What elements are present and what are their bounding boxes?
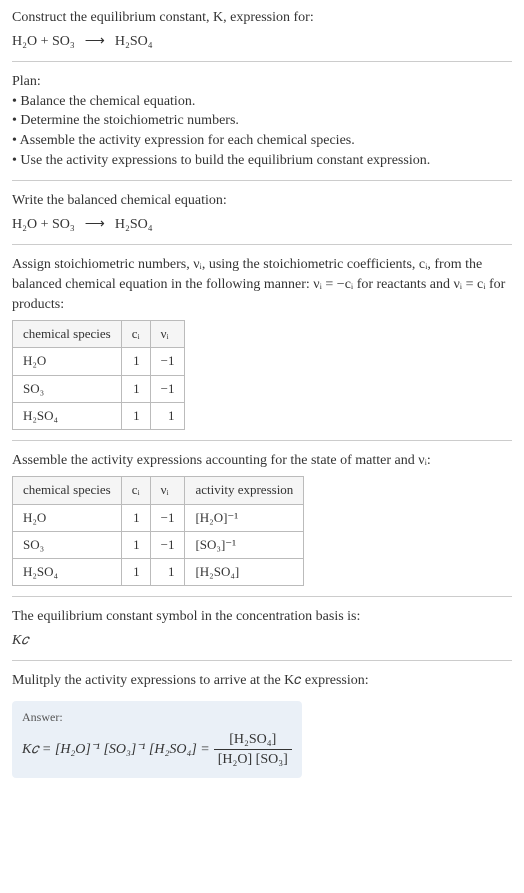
table-row: SO₃ 1 −1 [SO₃]⁻¹ — [13, 531, 304, 558]
frac-denominator: [H₂O] [SO₃] — [214, 750, 292, 770]
activity-table: chemical species cᵢ νᵢ activity expressi… — [12, 476, 304, 586]
plan-bullet: • Balance the chemical equation. — [12, 92, 512, 112]
frac-numerator: [H₂SO₄] — [214, 730, 292, 751]
cell-ci: 1 — [121, 559, 150, 586]
eq-lhs: H₂O + SO₃ — [12, 215, 75, 235]
cell-ci: 1 — [121, 348, 150, 375]
cell-activity: [SO₃]⁻¹ — [185, 531, 304, 558]
cell-species: H₂SO₄ — [13, 402, 122, 429]
plan-bullet: • Use the activity expressions to build … — [12, 151, 512, 171]
plan-section: Plan: • Balance the chemical equation. •… — [12, 72, 512, 170]
cell-vi: −1 — [150, 348, 185, 375]
cell-vi: −1 — [150, 531, 185, 558]
divider — [12, 660, 512, 661]
plan-header: Plan: — [12, 72, 512, 92]
cell-species: SO₃ — [13, 531, 122, 558]
prompt-line: Construct the equilibrium constant, K, e… — [12, 8, 512, 28]
cell-species: SO₃ — [13, 375, 122, 402]
stoich-text: Assign stoichiometric numbers, νᵢ, using… — [12, 255, 512, 314]
kc-expression: K𝑐 = [H₂O]⁻¹ [SO₃]⁻¹ [H₂SO₄] = [H₂SO₄] [… — [22, 730, 292, 770]
symbol-section: The equilibrium constant symbol in the c… — [12, 607, 512, 650]
plan-bullet: • Determine the stoichiometric numbers. — [12, 111, 512, 131]
balanced-section: Write the balanced chemical equation: H₂… — [12, 191, 512, 234]
col-ci: cᵢ — [121, 321, 150, 348]
col-species: chemical species — [13, 321, 122, 348]
cell-ci: 1 — [121, 402, 150, 429]
cell-activity: [H₂O]⁻¹ — [185, 504, 304, 531]
divider — [12, 596, 512, 597]
cell-vi: −1 — [150, 375, 185, 402]
multiply-text: Mulitply the activity expressions to arr… — [12, 671, 512, 691]
col-ci: cᵢ — [121, 477, 150, 504]
kc-symbol: K𝑐 — [12, 631, 512, 651]
top-equation: H₂O + SO₃ ⟶ H₂SO₄ — [12, 32, 512, 52]
table-header-row: chemical species cᵢ νᵢ — [13, 321, 185, 348]
cell-vi: 1 — [150, 559, 185, 586]
eq-lhs: H₂O + SO₃ — [12, 32, 75, 52]
arrow-icon: ⟶ — [85, 32, 105, 52]
eq-rhs: H₂SO₄ — [115, 215, 153, 235]
table-row: H₂O 1 −1 [H₂O]⁻¹ — [13, 504, 304, 531]
answer-label: Answer: — [22, 709, 292, 726]
answer-box: Answer: K𝑐 = [H₂O]⁻¹ [SO₃]⁻¹ [H₂SO₄] = [… — [12, 701, 302, 778]
eq-rhs: H₂SO₄ — [115, 32, 153, 52]
arrow-icon: ⟶ — [85, 215, 105, 235]
plan-bullet: • Assemble the activity expression for e… — [12, 131, 512, 151]
cell-vi: 1 — [150, 402, 185, 429]
table-row: SO₃ 1 −1 — [13, 375, 185, 402]
table-row: H₂O 1 −1 — [13, 348, 185, 375]
cell-species: H₂SO₄ — [13, 559, 122, 586]
table-row: H₂SO₄ 1 1 — [13, 402, 185, 429]
cell-species: H₂O — [13, 348, 122, 375]
kc-fraction: [H₂SO₄] [H₂O] [SO₃] — [214, 730, 292, 770]
cell-vi: −1 — [150, 504, 185, 531]
cell-ci: 1 — [121, 531, 150, 558]
table-header-row: chemical species cᵢ νᵢ activity expressi… — [13, 477, 304, 504]
cell-ci: 1 — [121, 375, 150, 402]
symbol-text: The equilibrium constant symbol in the c… — [12, 607, 512, 627]
col-vi: νᵢ — [150, 477, 185, 504]
kc-lhs: K𝑐 = [H₂O]⁻¹ [SO₃]⁻¹ [H₂SO₄] = — [22, 740, 210, 760]
stoich-table: chemical species cᵢ νᵢ H₂O 1 −1 SO₃ 1 −1… — [12, 320, 185, 430]
divider — [12, 244, 512, 245]
cell-activity: [H₂SO₄] — [185, 559, 304, 586]
divider — [12, 440, 512, 441]
divider — [12, 180, 512, 181]
col-species: chemical species — [13, 477, 122, 504]
cell-ci: 1 — [121, 504, 150, 531]
stoich-section: Assign stoichiometric numbers, νᵢ, using… — [12, 255, 512, 430]
balanced-header: Write the balanced chemical equation: — [12, 191, 512, 211]
result-section: Mulitply the activity expressions to arr… — [12, 671, 512, 778]
prompt: Construct the equilibrium constant, K, e… — [12, 8, 512, 51]
activity-header: Assemble the activity expressions accoun… — [12, 451, 512, 471]
cell-species: H₂O — [13, 504, 122, 531]
table-row: H₂SO₄ 1 1 [H₂SO₄] — [13, 559, 304, 586]
balanced-equation: H₂O + SO₃ ⟶ H₂SO₄ — [12, 215, 512, 235]
col-vi: νᵢ — [150, 321, 185, 348]
divider — [12, 61, 512, 62]
col-activity: activity expression — [185, 477, 304, 504]
activity-section: Assemble the activity expressions accoun… — [12, 451, 512, 586]
